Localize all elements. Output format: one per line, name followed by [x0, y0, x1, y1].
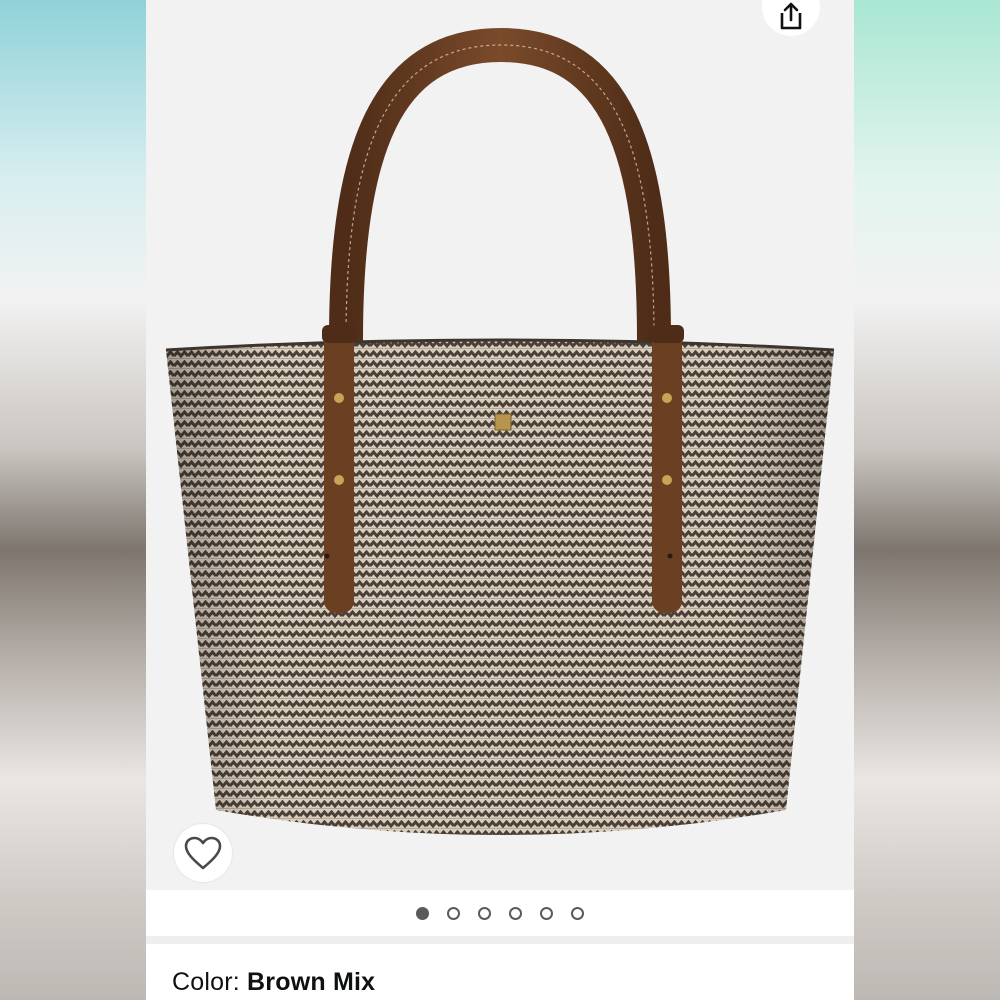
- carousel-dot-4[interactable]: [509, 906, 522, 920]
- heart-icon: [184, 836, 222, 870]
- product-page: Color: Brown Mix: [146, 0, 854, 1000]
- carousel-dot-1[interactable]: [416, 906, 429, 920]
- carousel-dot-6[interactable]: [571, 906, 584, 920]
- product-image-carousel[interactable]: [146, 0, 854, 890]
- carousel-dot-3[interactable]: [478, 906, 491, 920]
- product-image: [165, 27, 835, 835]
- carousel-dot-2[interactable]: [447, 906, 460, 920]
- section-divider: [146, 936, 854, 944]
- color-label: Color:: [172, 968, 248, 996]
- backdrop-left: [0, 0, 146, 1000]
- carousel-pagination: [146, 890, 854, 936]
- wishlist-button[interactable]: [174, 824, 232, 882]
- backdrop-right: [854, 0, 1000, 1000]
- color-value: Brown Mix: [247, 968, 376, 996]
- color-selection: Color: Brown Mix: [172, 968, 375, 997]
- share-icon: [780, 2, 802, 30]
- carousel-dot-5[interactable]: [540, 906, 553, 920]
